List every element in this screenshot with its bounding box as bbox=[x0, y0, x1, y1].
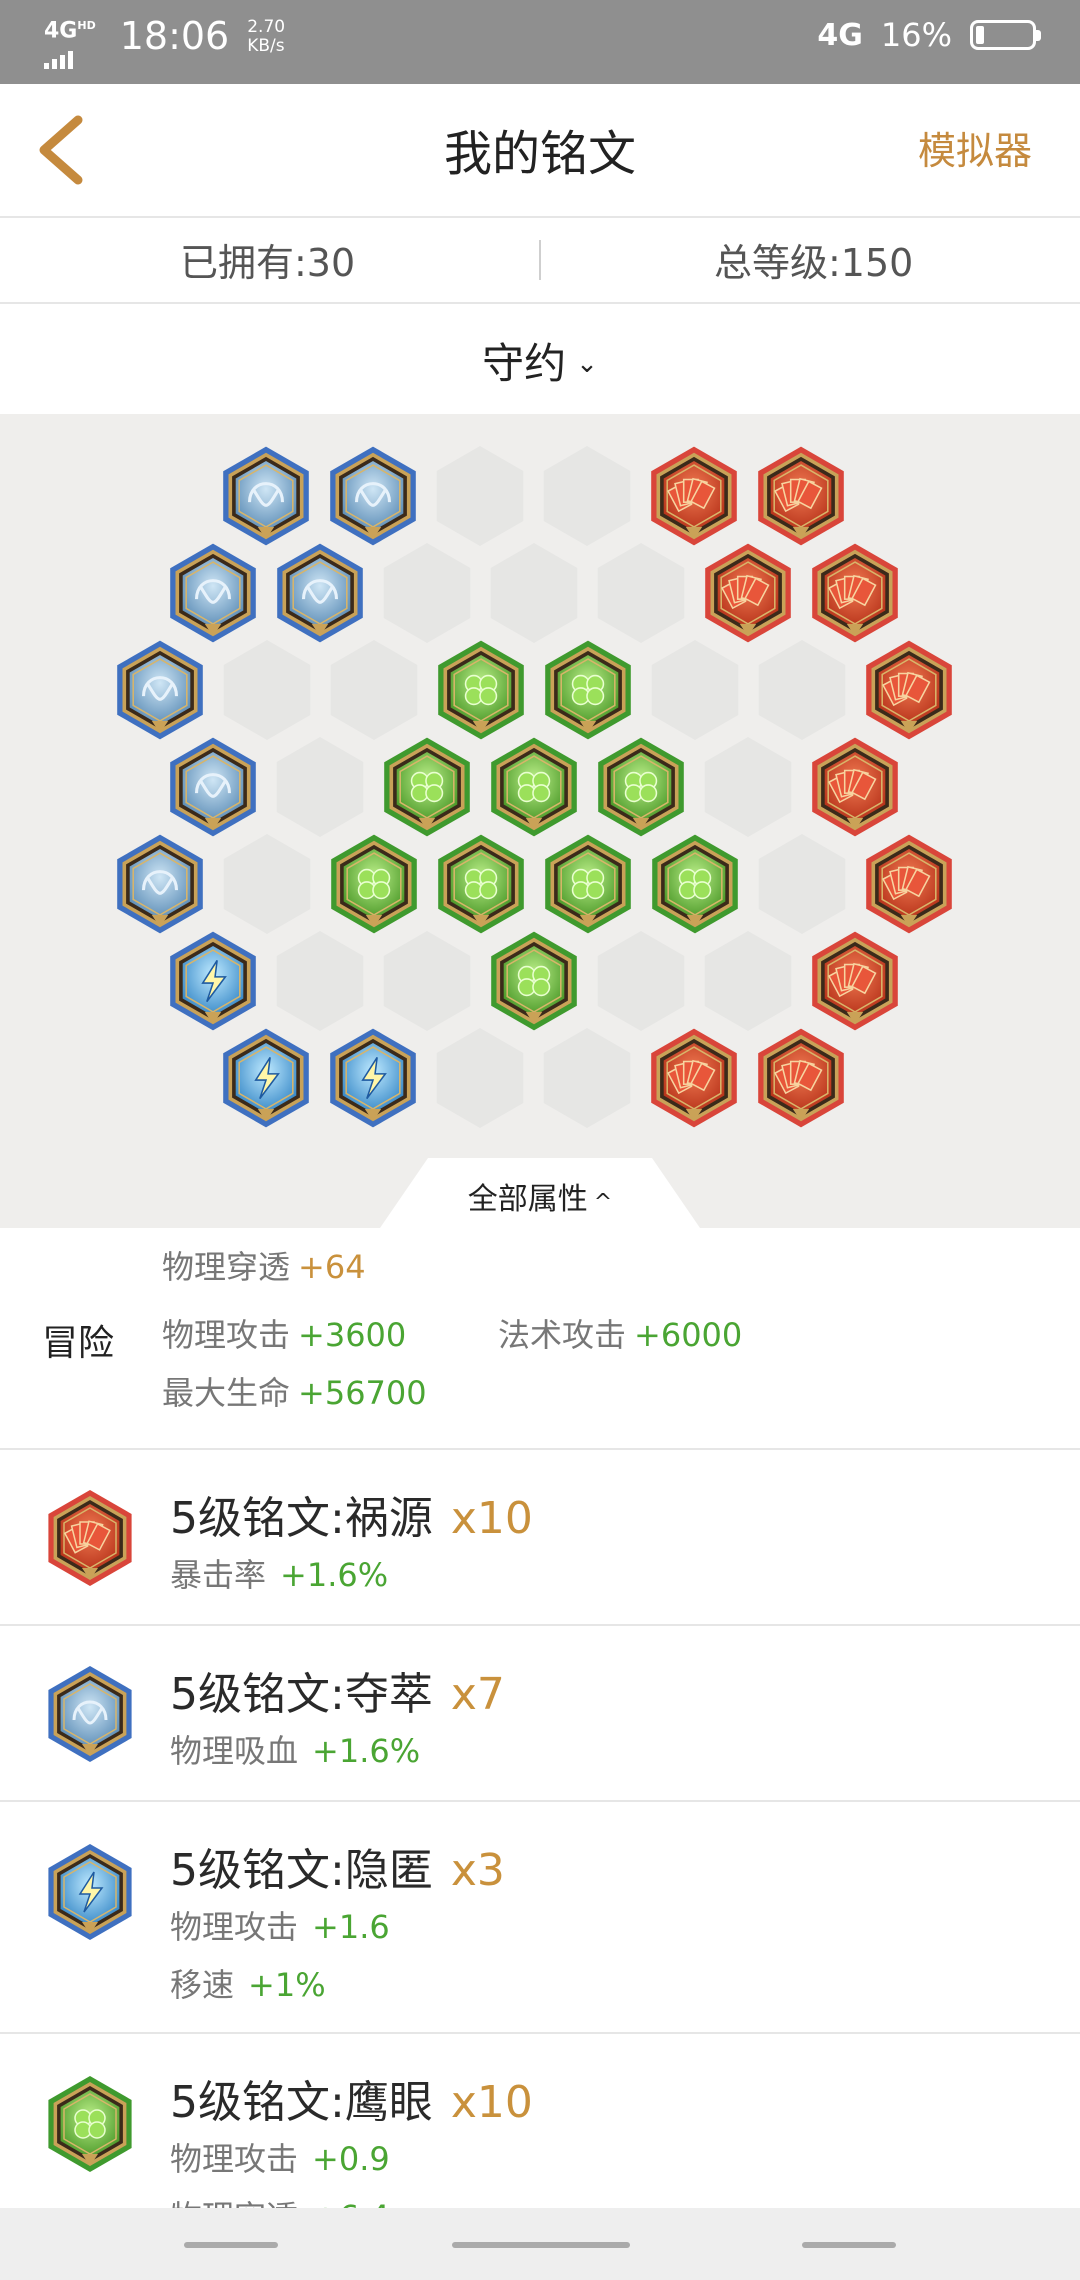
system-nav-bar bbox=[0, 2208, 1080, 2280]
empty-rune-slot[interactable] bbox=[383, 931, 471, 1031]
network-speed: 2.70 KB/s bbox=[247, 17, 286, 56]
empty-rune-slot[interactable] bbox=[597, 931, 685, 1031]
rune-title: 5级铭文:祸源 x10 bbox=[170, 1493, 533, 1544]
green-rune-slot[interactable] bbox=[491, 737, 577, 837]
green-rune-slot[interactable] bbox=[331, 834, 417, 934]
rune-list-item[interactable]: 5级铭文:鹰眼x10 物理攻击+0.9 物理穿透+6.4 bbox=[0, 2034, 1080, 2208]
attributes-tab-label: 全部属性 bbox=[467, 1182, 588, 1217]
empty-rune-slot[interactable] bbox=[543, 1028, 631, 1128]
red-rune-slot[interactable] bbox=[866, 834, 952, 934]
empty-rune-slot[interactable] bbox=[758, 640, 846, 740]
attributes-panel: 冒险 物理穿透 +64 物理攻击 +3600 法术攻击 +6000 最大生命 +5670… bbox=[0, 1230, 1080, 1450]
rune-property: 移速 +1% bbox=[170, 1966, 326, 2004]
rune-title: 5级铭文:隐匿 x3 bbox=[170, 1845, 505, 1896]
rune-hex-grid bbox=[117, 446, 952, 1128]
nav-recents[interactable] bbox=[184, 2242, 278, 2248]
empty-rune-slot[interactable] bbox=[490, 543, 578, 643]
green-rune-slot[interactable] bbox=[545, 834, 631, 934]
attributes-tab[interactable]: 全部属性 ^ bbox=[0, 1174, 1080, 1218]
blue-rune-slot[interactable] bbox=[170, 543, 256, 643]
rune-board bbox=[0, 414, 1080, 1228]
red-rune-slot[interactable] bbox=[651, 446, 737, 546]
green-rune-slot[interactable] bbox=[438, 834, 524, 934]
blue-rune-slot[interactable] bbox=[330, 446, 416, 546]
lightning-rune-slot[interactable] bbox=[170, 931, 256, 1031]
empty-rune-slot[interactable] bbox=[651, 640, 739, 740]
empty-rune-slot[interactable] bbox=[383, 543, 471, 643]
signal-icon bbox=[44, 47, 96, 70]
green-rune-slot[interactable] bbox=[491, 931, 577, 1031]
empty-rune-slot[interactable] bbox=[330, 640, 418, 740]
red-rune-icon bbox=[48, 1490, 132, 1586]
attribute-item: 法术攻击 +6000 bbox=[498, 1316, 743, 1354]
blue-rune-slot[interactable] bbox=[117, 640, 203, 740]
red-rune-slot[interactable] bbox=[812, 931, 898, 1031]
red-rune-slot[interactable] bbox=[866, 640, 952, 740]
empty-rune-slot[interactable] bbox=[276, 737, 364, 837]
rune-property: 物理攻击 +0.9 bbox=[170, 2140, 390, 2178]
attribute-item: 最大生命 +56700 bbox=[162, 1374, 427, 1412]
empty-rune-slot[interactable] bbox=[276, 931, 364, 1031]
empty-rune-slot[interactable] bbox=[223, 640, 311, 740]
blue-rune-slot[interactable] bbox=[277, 543, 363, 643]
app-header: 我的铭文 模拟器 bbox=[0, 84, 1080, 218]
red-rune-slot[interactable] bbox=[812, 737, 898, 837]
blue-rune-slot[interactable] bbox=[117, 834, 203, 934]
chevron-up-icon: ^ bbox=[593, 1190, 613, 1215]
attribute-item: 物理攻击 +3600 bbox=[162, 1316, 407, 1354]
rune-property: 物理穿透+6.4 bbox=[170, 2192, 390, 2208]
rune-property: 物理吸血 +1.6% bbox=[170, 1732, 421, 1770]
network-indicator: 4GHD bbox=[44, 18, 96, 44]
simulator-button[interactable]: 模拟器 bbox=[918, 120, 1032, 175]
clock: 18:06 bbox=[119, 14, 230, 58]
blue-rune-slot[interactable] bbox=[170, 737, 256, 837]
stats-bar: 已拥有:30 总等级:150 bbox=[0, 218, 1080, 304]
red-rune-slot[interactable] bbox=[705, 543, 791, 643]
rune-title: 5级铭文:夺萃 x7 bbox=[170, 1669, 505, 1720]
total-level: 总等级:150 bbox=[714, 241, 914, 285]
empty-rune-slot[interactable] bbox=[704, 931, 792, 1031]
set-selector[interactable]: 守约 ⌄ bbox=[0, 304, 1080, 414]
empty-rune-slot[interactable] bbox=[223, 834, 311, 934]
nav-home[interactable] bbox=[452, 2242, 630, 2248]
empty-rune-slot[interactable] bbox=[597, 543, 685, 643]
green-rune-slot[interactable] bbox=[384, 737, 470, 837]
red-rune-slot[interactable] bbox=[651, 1028, 737, 1128]
battery-percent: 16% bbox=[880, 16, 952, 54]
attribute-item: 物理穿透 +64 bbox=[162, 1248, 366, 1286]
green-rune-slot[interactable] bbox=[652, 834, 738, 934]
lte-indicator: 4G bbox=[817, 17, 863, 53]
green-rune-slot[interactable] bbox=[598, 737, 684, 837]
attribute-category: 冒险 bbox=[42, 1323, 115, 1364]
owned-count: 已拥有:30 bbox=[180, 241, 356, 285]
empty-rune-slot[interactable] bbox=[543, 446, 631, 546]
set-name: 守约 bbox=[482, 339, 567, 388]
rune-property: 物理攻击 +1.6 bbox=[170, 1908, 390, 1946]
rune-property: 暴击率 +1.6% bbox=[170, 1556, 389, 1594]
empty-rune-slot[interactable] bbox=[436, 446, 524, 546]
rune-list-item[interactable]: 5级铭文:祸源 x10 暴击率 +1.6% bbox=[0, 1450, 1080, 1626]
empty-rune-slot[interactable] bbox=[704, 737, 792, 837]
rune-list-item[interactable]: 5级铭文:夺萃 x7 物理吸血 +1.6% bbox=[0, 1626, 1080, 1802]
red-rune-slot[interactable] bbox=[758, 1028, 844, 1128]
green-rune-icon bbox=[48, 2076, 132, 2172]
battery-icon bbox=[970, 20, 1041, 50]
divider bbox=[539, 240, 541, 280]
empty-rune-slot[interactable] bbox=[436, 1028, 524, 1128]
red-rune-slot[interactable] bbox=[758, 446, 844, 546]
red-rune-slot[interactable] bbox=[812, 543, 898, 643]
blue-rune-slot[interactable] bbox=[223, 446, 309, 546]
lightning-rune-slot[interactable] bbox=[330, 1028, 416, 1128]
rune-title: 5级铭文:鹰眼 x10 bbox=[170, 2077, 533, 2128]
chevron-down-icon: ⌄ bbox=[576, 349, 598, 379]
green-rune-slot[interactable] bbox=[438, 640, 524, 740]
nav-back[interactable] bbox=[802, 2242, 896, 2248]
lightning-rune-icon bbox=[48, 1844, 132, 1940]
lightning-rune-slot[interactable] bbox=[223, 1028, 309, 1128]
empty-rune-slot[interactable] bbox=[758, 834, 846, 934]
status-bar: 4GHD 18:06 2.70 KB/s 4G 16% bbox=[0, 0, 1080, 84]
green-rune-slot[interactable] bbox=[545, 640, 631, 740]
rune-list-item[interactable]: 5级铭文:隐匿 x3 物理攻击 +1.6 移速 +1% bbox=[0, 1802, 1080, 2034]
blue-rune-icon bbox=[48, 1666, 132, 1762]
